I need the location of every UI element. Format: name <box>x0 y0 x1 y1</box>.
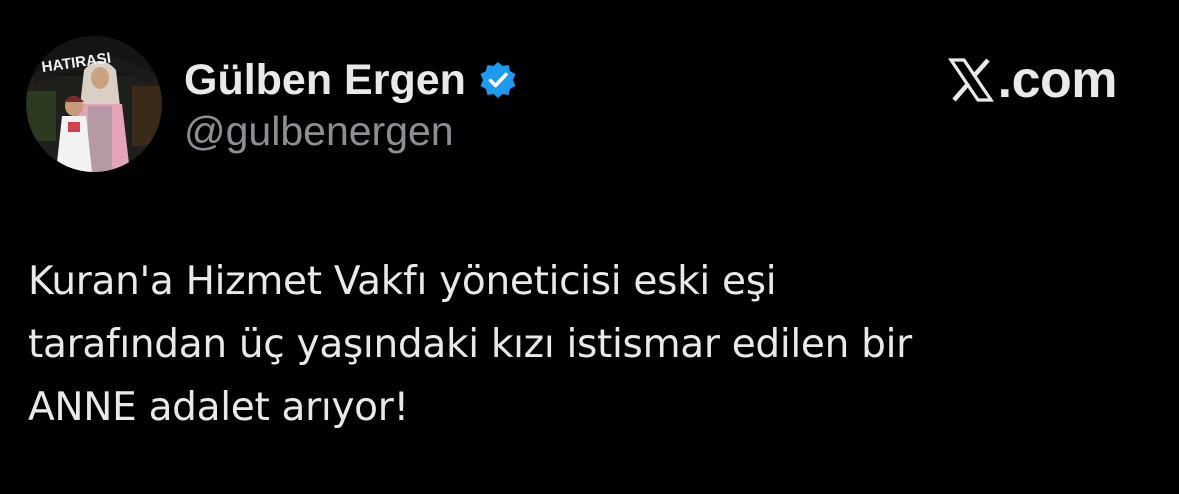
avatar[interactable]: HATIRASI <box>26 36 162 172</box>
tweet-card: HATIRASI Gülben Ergen @gulbenergen .com … <box>0 0 1179 494</box>
tweet-line: tarafından üç yaşındaki kızı istismar ed… <box>28 322 912 367</box>
brand-domain-text: .com <box>997 51 1118 109</box>
author-display-name[interactable]: Gülben Ergen <box>184 56 466 105</box>
author-name-row: Gülben Ergen <box>184 52 518 108</box>
verified-badge-icon <box>478 60 518 100</box>
x-logo-icon <box>946 55 996 105</box>
author-handle[interactable]: @gulbenergen <box>184 108 454 155</box>
avatar-banner: HATIRASI <box>41 50 112 77</box>
tweet-body: Kuran'a Hizmet Vakfı yöneticisi eski eşi… <box>28 250 1148 439</box>
tweet-line: Kuran'a Hizmet Vakfı yöneticisi eski eşi <box>28 259 777 304</box>
tweet-line: ANNE adalet arıyor! <box>28 385 409 430</box>
x-com-watermark: .com <box>946 50 1118 110</box>
avatar-banner-text: HATIRASI <box>41 50 112 77</box>
